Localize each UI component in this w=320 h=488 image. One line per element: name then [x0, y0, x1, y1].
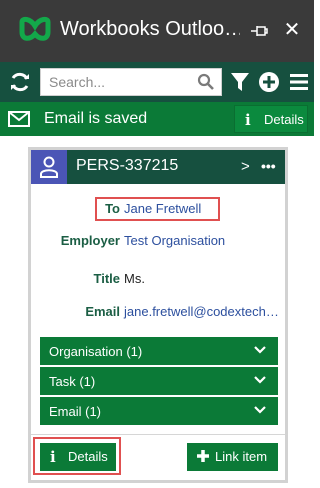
chevron-right-icon[interactable]: > [241, 158, 250, 175]
pin-icon[interactable] [248, 19, 270, 43]
refresh-icon[interactable] [8, 70, 32, 94]
title-label: Title [93, 271, 121, 286]
workbooks-logo-icon [19, 16, 51, 41]
to-field-highlight [95, 197, 220, 221]
section-email-label: Email (1) [49, 404, 102, 419]
chevron-down-icon [254, 376, 266, 384]
details-button[interactable]: i Details [40, 443, 116, 471]
chevron-down-icon [254, 406, 266, 414]
status-details-button[interactable]: i Details [234, 105, 308, 133]
search-input[interactable] [41, 69, 191, 95]
filter-icon[interactable] [230, 71, 250, 93]
employer-value[interactable]: Test Organisation [124, 233, 225, 248]
close-icon[interactable]: ✕ [280, 18, 304, 42]
person-icon-box [31, 150, 67, 184]
window-title: Workbooks Outloo… [60, 18, 240, 40]
envelope-icon [8, 111, 30, 127]
title-value: Ms. [124, 271, 145, 286]
link-item-button[interactable]: Link item [187, 443, 278, 471]
section-organisation-label: Organisation (1) [49, 344, 143, 359]
details-button-label: Details [68, 449, 108, 464]
plus-icon [197, 450, 209, 462]
link-item-label: Link item [215, 449, 268, 464]
card-header[interactable]: PERS-337215 > ••• [31, 150, 285, 184]
more-options-icon[interactable]: ••• [261, 158, 276, 174]
record-id: PERS-337215 [76, 157, 179, 174]
card-divider [31, 434, 285, 435]
person-icon [40, 156, 58, 178]
status-details-label: Details [264, 112, 304, 127]
email-value[interactable]: jane.fretwell@codextech… [124, 304, 279, 319]
title-bar: Workbooks Outloo… ✕ [0, 0, 314, 62]
plus-circle-icon[interactable] [258, 71, 280, 93]
info-icon: i [50, 448, 56, 466]
section-organisation[interactable]: Organisation (1) [40, 337, 278, 365]
search-icon[interactable] [197, 73, 215, 91]
status-message: Email is saved [44, 110, 148, 127]
search-box [40, 68, 222, 96]
section-task-label: Task (1) [49, 374, 96, 389]
email-label: Email [85, 304, 120, 319]
section-email[interactable]: Email (1) [40, 397, 278, 425]
employer-label: Employer [60, 233, 120, 248]
toolbar [0, 62, 314, 102]
info-icon: i [245, 111, 251, 129]
section-task[interactable]: Task (1) [40, 367, 278, 395]
menu-icon[interactable] [289, 73, 309, 91]
chevron-down-icon [254, 346, 266, 354]
